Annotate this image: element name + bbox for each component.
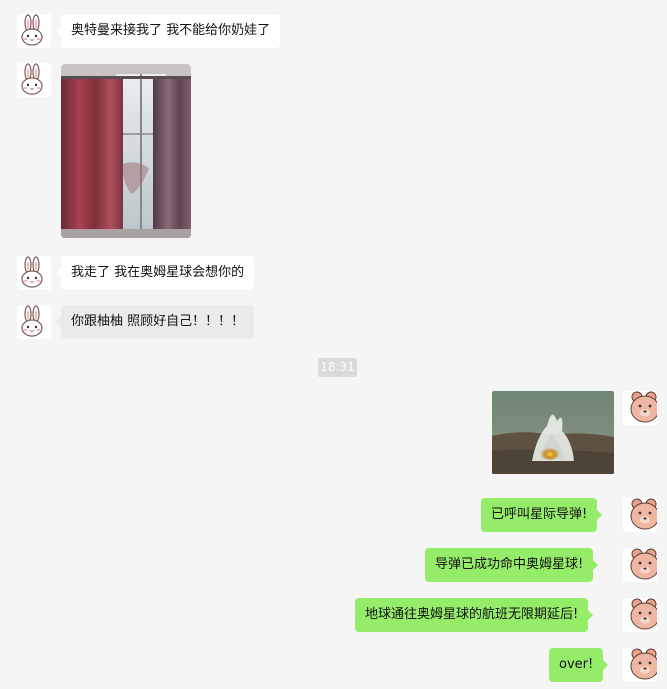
timestamp: 18:31 [318, 358, 357, 377]
message-bubble[interactable]: 已呼叫星际导弹! [481, 498, 603, 532]
bunny-avatar-icon[interactable] [17, 63, 51, 97]
message-text: 地球通往奥姆星球的航班无限期延后! [365, 607, 579, 622]
bunny-avatar-icon[interactable] [17, 256, 51, 290]
bear-avatar-icon[interactable] [623, 391, 657, 425]
message-bubble[interactable]: 奥特曼来接我了 我不能给你奶娃了 [55, 14, 281, 48]
message-bubble[interactable]: 地球通往奥姆星球的航班无限期延后! [355, 598, 594, 632]
message-text: 你跟柚柚 照顾好自己！！！！ [71, 314, 245, 329]
message-text: 已呼叫星际导弹! [491, 507, 588, 522]
chat-window: 奥特曼来接我了 我不能给你奶娃了 我走了 我在奥姆星球会想你的 你跟柚柚 照顾好… [0, 0, 667, 689]
message-bubble[interactable]: over! [549, 648, 609, 682]
message-text: 奥特曼来接我了 我不能给你奶娃了 [71, 23, 271, 38]
explosion-gif[interactable] [492, 391, 614, 474]
message-text: 导弹已成功命中奥姆星球! [435, 557, 584, 572]
bear-avatar-icon[interactable] [623, 498, 657, 532]
message-text: 我走了 我在奥姆星球会想你的 [71, 265, 245, 280]
message-text: over! [559, 657, 594, 672]
bear-avatar-icon[interactable] [623, 548, 657, 582]
bunny-avatar-icon[interactable] [17, 305, 51, 339]
bear-avatar-icon[interactable] [623, 648, 657, 682]
bunny-avatar-icon[interactable] [17, 14, 51, 48]
message-bubble[interactable]: 你跟柚柚 照顾好自己！！！！ [55, 305, 255, 339]
curtain-window-photo[interactable] [61, 64, 191, 238]
bear-avatar-icon[interactable] [623, 598, 657, 632]
message-bubble[interactable]: 我走了 我在奥姆星球会想你的 [55, 256, 255, 290]
message-bubble[interactable]: 导弹已成功命中奥姆星球! [425, 548, 599, 582]
